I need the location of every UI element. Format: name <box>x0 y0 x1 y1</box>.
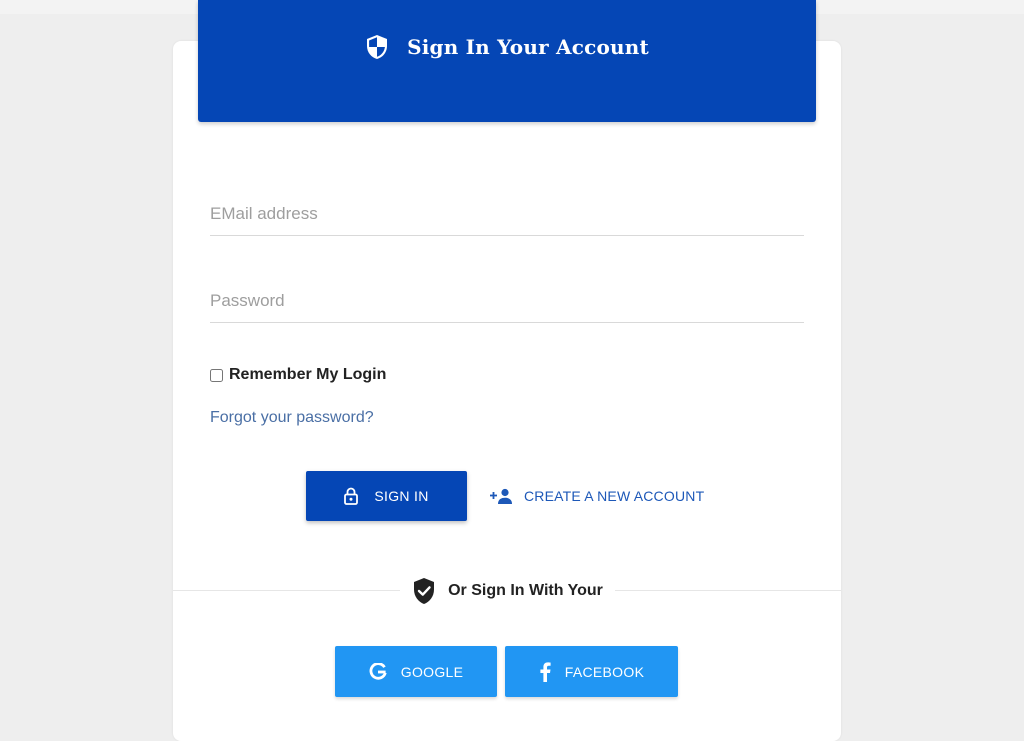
remember-login[interactable]: Remember My Login <box>210 366 386 384</box>
shield-icon <box>365 34 389 60</box>
facebook-label: FACEBOOK <box>564 663 645 680</box>
forgot-password-link[interactable]: Forgot your password? <box>210 409 374 427</box>
create-account-button[interactable]: CREATE A NEW ACCOUNT <box>490 480 704 512</box>
page-title: Sign In Your Account <box>407 35 649 59</box>
shield-check-icon <box>412 577 436 605</box>
facebook-signin-button[interactable]: FACEBOOK <box>505 646 678 697</box>
email-field-container <box>210 196 804 236</box>
google-label: GOOGLE <box>400 663 464 680</box>
google-signin-button[interactable]: GOOGLE <box>335 646 497 697</box>
lock-icon <box>344 487 359 505</box>
card-header: Sign In Your Account <box>198 0 816 122</box>
add-user-icon <box>490 488 514 504</box>
password-input[interactable] <box>210 283 804 322</box>
email-input[interactable] <box>210 196 804 235</box>
create-account-label: CREATE A NEW ACCOUNT <box>524 488 705 504</box>
header-inner: Sign In Your Account <box>365 32 649 62</box>
social-divider-text: Or Sign In With Your <box>448 582 603 599</box>
sign-in-label: SIGN IN <box>374 488 429 504</box>
remember-label: Remember My Login <box>229 366 387 383</box>
social-divider-label: Or Sign In With Your <box>400 576 615 606</box>
sign-in-button[interactable]: SIGN IN <box>306 471 467 521</box>
google-icon <box>369 662 387 681</box>
password-field-container <box>210 283 804 323</box>
remember-checkbox[interactable] <box>210 368 223 382</box>
facebook-icon <box>539 661 551 682</box>
login-card <box>173 41 841 741</box>
